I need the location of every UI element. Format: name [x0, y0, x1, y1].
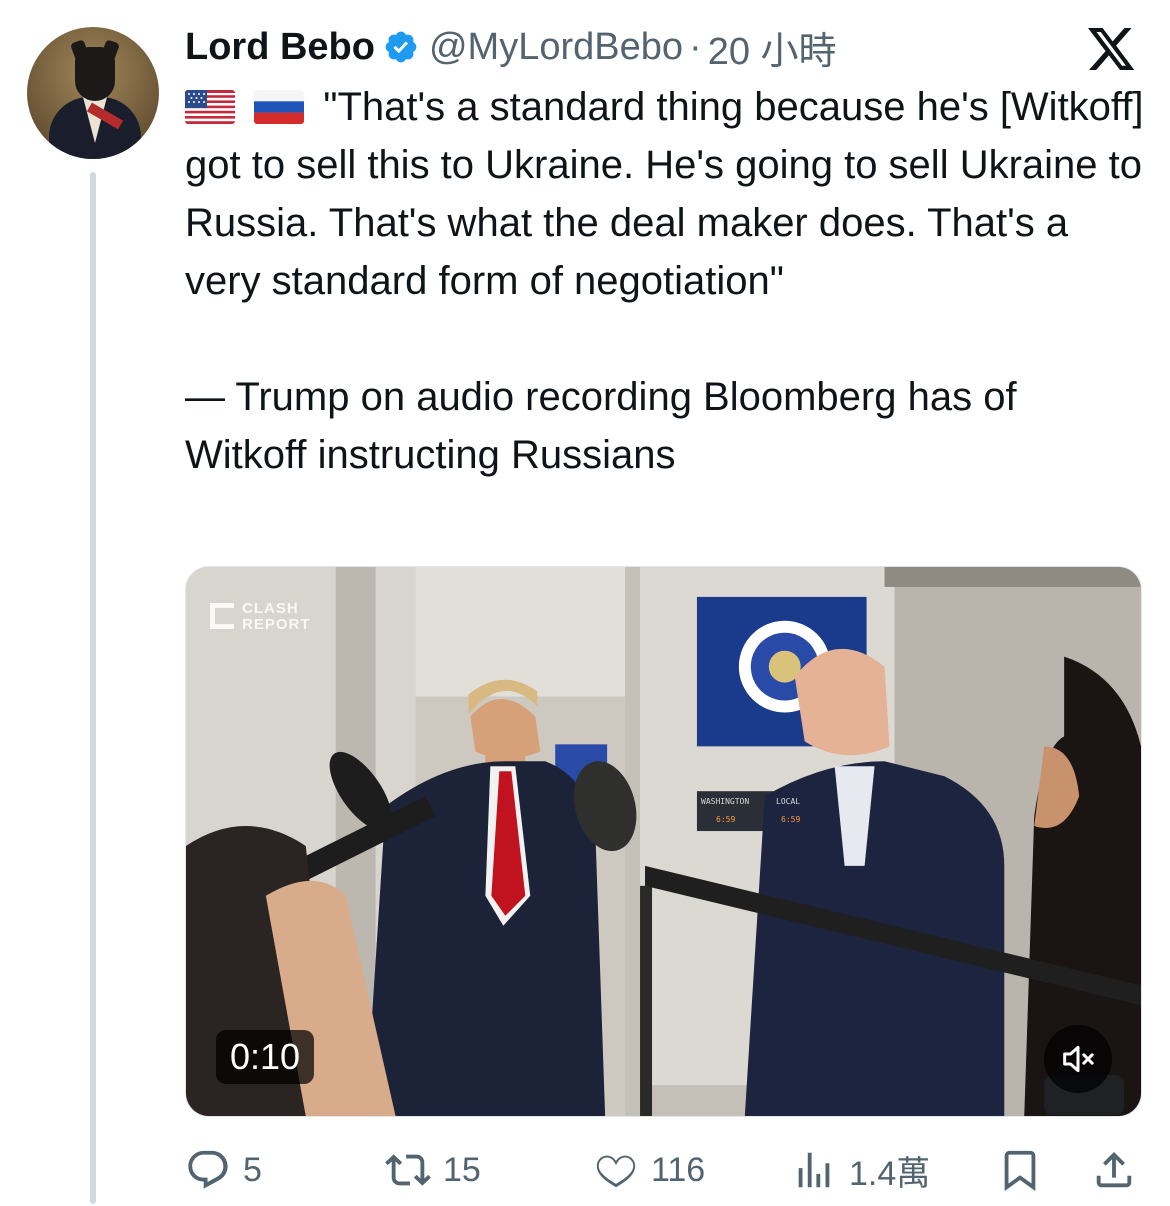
x-logo-icon[interactable]	[1088, 28, 1136, 72]
analytics-icon	[798, 1152, 830, 1188]
share-button[interactable]	[1091, 1140, 1137, 1200]
views-count: 1.4萬	[849, 1154, 931, 1193]
repost-count: 15	[443, 1150, 481, 1189]
repost-icon	[385, 1154, 431, 1186]
like-button[interactable]: 116	[593, 1140, 705, 1200]
avatar[interactable]	[27, 27, 159, 159]
watermark-line1: CLASH	[242, 600, 299, 617]
watermark-logo-icon	[210, 603, 234, 629]
tweet-text: "That's a standard thing because he's [W…	[185, 78, 1145, 484]
heart-icon	[596, 1155, 636, 1188]
display-name[interactable]: Lord Bebo	[185, 26, 375, 69]
timestamp[interactable]: 20 小時	[708, 20, 837, 75]
share-icon	[1096, 1151, 1132, 1188]
cabin-clock-display: WASHINGTON LOCAL 6:59 6:59	[701, 797, 881, 827]
bookmark-button[interactable]	[997, 1140, 1043, 1200]
clock-time-right: 6:59	[781, 815, 801, 824]
us-flag-icon	[185, 90, 235, 124]
action-bar: 5 15 116 1.4萬	[185, 1140, 1140, 1200]
watermark-line2: REPORT	[242, 616, 311, 633]
thread-line	[90, 172, 96, 1204]
attribution-text: — Trump on audio recording Bloomberg has…	[185, 375, 1017, 477]
tweet-paragraph: — Trump on audio recording Bloomberg has…	[185, 368, 1145, 484]
quote-text: "That's a standard thing because he's [W…	[185, 85, 1144, 303]
reply-icon	[188, 1150, 228, 1189]
reply-button[interactable]: 5	[185, 1140, 262, 1200]
handle[interactable]: @MyLordBebo	[429, 26, 683, 69]
speaker-muted-icon	[1063, 1045, 1094, 1073]
avatar-dog-head	[75, 47, 115, 101]
clock-time-left: 6:59	[716, 815, 736, 824]
mute-button[interactable]	[1044, 1025, 1112, 1093]
separator-dot: ·	[689, 25, 702, 68]
video-frame	[186, 567, 1141, 1116]
bookmark-icon	[1004, 1150, 1036, 1191]
verified-badge-icon[interactable]	[383, 29, 419, 65]
clock-label-left: WASHINGTON	[701, 797, 750, 806]
clash-report-watermark: CLASH REPORT	[210, 601, 320, 635]
video-player[interactable]: CLASH REPORT WASHINGTON LOCAL 6:59 6:59 …	[185, 566, 1142, 1117]
views-button[interactable]: 1.4萬	[791, 1140, 930, 1200]
tweet-header: Lord Bebo @MyLordBebo · 20 小時	[185, 20, 837, 75]
like-count: 116	[651, 1150, 706, 1189]
clock-label-right: LOCAL	[776, 797, 801, 806]
reply-count: 5	[243, 1150, 262, 1189]
repost-button[interactable]: 15	[385, 1140, 481, 1200]
russia-flag-icon	[254, 90, 305, 124]
tweet-paragraph: "That's a standard thing because he's [W…	[185, 78, 1145, 310]
video-duration: 0:10	[216, 1030, 315, 1084]
